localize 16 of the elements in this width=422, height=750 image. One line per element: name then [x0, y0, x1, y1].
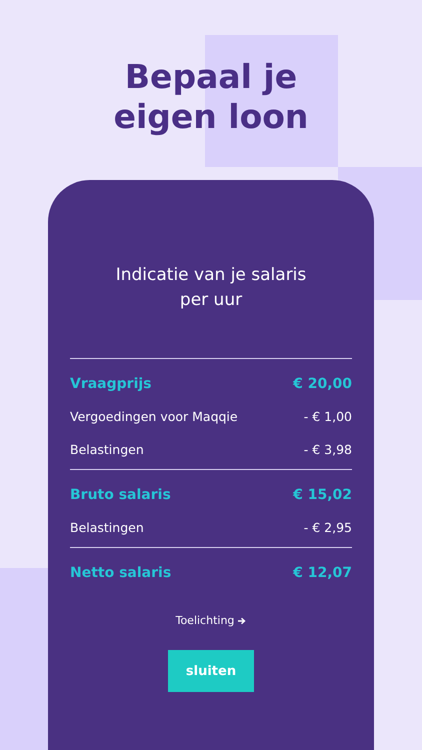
row-amount: € 12,07 [293, 564, 352, 580]
row-amount: - € 1,00 [304, 409, 352, 424]
headline: Bepaal je eigen loon [112, 57, 310, 137]
screen-title: Indicatie van je salaris per uur [114, 264, 308, 312]
row-amount: € 20,00 [293, 376, 352, 392]
row-label: Belastingen [70, 442, 144, 457]
row-label: Vraagprijs [70, 376, 152, 392]
row-label: Bruto salaris [70, 486, 171, 502]
row-amount: € 15,02 [293, 486, 352, 502]
explanation-link[interactable]: Toelichting [176, 614, 246, 627]
row-amount: - € 3,98 [304, 442, 352, 457]
arrow-icon [238, 616, 246, 625]
row-label: Belastingen [70, 520, 144, 535]
row-amount: - € 2,95 [304, 520, 352, 535]
row-label: Netto salaris [70, 564, 172, 580]
row-label: Vergoedingen voor Maqqie [70, 409, 238, 424]
